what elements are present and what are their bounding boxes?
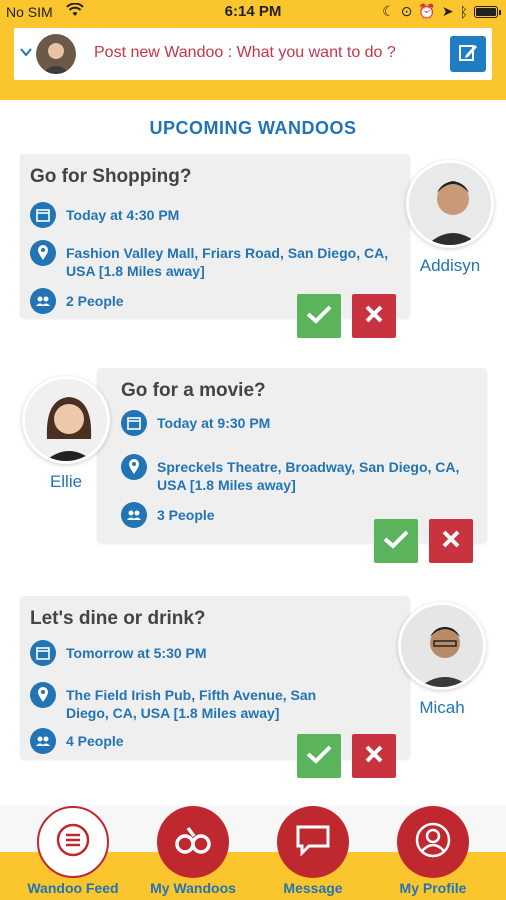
alarm-icon: ⏰: [418, 3, 436, 19]
participant-name: Micah: [419, 698, 465, 717]
wandoo-time: Today at 4:30 PM: [66, 207, 180, 223]
status-bar: No SIM 6:14 PM ☾ ⊙ ⏰ ➤ ᛒ: [0, 0, 506, 24]
pencil-icon: [457, 41, 479, 68]
nav-message[interactable]: Message: [253, 806, 373, 896]
participant-profile[interactable]: Ellie: [12, 376, 120, 492]
wandoo-location: Spreckels Theatre, Broadway, San Diego, …: [157, 459, 460, 493]
location-pin-icon: [30, 240, 56, 266]
wandoo-title: Let's dine or drink?: [30, 608, 206, 629]
participant-profile[interactable]: Micah: [388, 602, 496, 718]
nav-my-profile-circle[interactable]: [397, 806, 469, 878]
nav-wandoo-feed-circle[interactable]: [37, 806, 109, 878]
accept-button[interactable]: [374, 519, 418, 563]
calendar-icon: [30, 202, 56, 228]
close-icon: [364, 304, 384, 329]
participant-photo[interactable]: [398, 602, 486, 690]
close-icon: [441, 529, 461, 554]
wandoo-location: The Field Irish Pub, Fifth Avenue, San D…: [66, 687, 317, 721]
profile-icon: [414, 821, 452, 864]
wandoo-title: Go for a movie?: [121, 380, 266, 401]
reject-button[interactable]: [352, 734, 396, 778]
wandoo-location: Fashion Valley Mall, Friars Road, San Di…: [66, 245, 389, 279]
wandoo-card[interactable]: Go for a movie? Today at 9:30 PM Sprecke…: [97, 368, 487, 543]
wandoo-people-count: 4 People: [66, 733, 124, 749]
accept-button[interactable]: [297, 294, 341, 338]
participant-photo[interactable]: [406, 160, 494, 248]
people-icon: [121, 502, 147, 528]
nav-my-wandoos-circle[interactable]: [157, 806, 229, 878]
moon-icon: ☾: [382, 3, 395, 19]
checkmark-icon: [306, 744, 332, 769]
participant-photo[interactable]: [22, 376, 110, 464]
header: Post new Wandoo : What you want to do ?: [0, 24, 506, 100]
checkmark-icon: [306, 304, 332, 329]
user-avatar: [36, 34, 76, 74]
nav-label: My Wandoos: [150, 880, 236, 896]
nav-my-wandoos[interactable]: My Wandoos: [133, 806, 253, 896]
close-icon: [364, 744, 384, 769]
wandoo-time: Today at 9:30 PM: [157, 415, 271, 431]
location-pin-icon: [30, 682, 56, 708]
section-title: UPCOMING WANDOOS: [149, 118, 357, 138]
accept-button[interactable]: [297, 734, 341, 778]
nav-message-circle[interactable]: [277, 806, 349, 878]
chat-bubble-icon: [295, 824, 331, 861]
participant-profile[interactable]: Addisyn: [396, 160, 504, 276]
calendar-icon: [121, 410, 147, 436]
wandoo-card[interactable]: Go for Shopping? Today at 4:30 PM Fashio…: [20, 154, 410, 318]
list-icon: [56, 823, 90, 862]
chevron-down-icon[interactable]: [20, 44, 32, 62]
checkmark-icon: [383, 529, 409, 554]
reject-button[interactable]: [352, 294, 396, 338]
wandoo-logo-icon: [174, 825, 212, 860]
participant-name: Ellie: [49, 472, 83, 491]
nav-label: Wandoo Feed: [27, 880, 119, 896]
calendar-icon: [30, 640, 56, 666]
people-icon: [30, 728, 56, 754]
nav-label: Message: [283, 880, 343, 896]
location-pin-icon: [121, 454, 147, 480]
bluetooth-icon: ᛒ: [459, 3, 468, 20]
people-icon: [30, 288, 56, 314]
lock-rotation-icon: ⊙: [400, 3, 413, 19]
wandoo-time: Tomorrow at 5:30 PM: [66, 645, 207, 661]
nav-label: My Profile: [399, 880, 467, 896]
nav-my-profile[interactable]: My Profile: [373, 806, 493, 896]
nav-wandoo-feed[interactable]: Wandoo Feed: [13, 806, 133, 896]
wandoo-people-count: 2 People: [66, 293, 124, 309]
post-new-wandoo-bar[interactable]: Post new Wandoo : What you want to do ?: [14, 28, 492, 80]
post-prompt-text[interactable]: Post new Wandoo : What you want to do ?: [94, 44, 396, 62]
reject-button[interactable]: [429, 519, 473, 563]
battery-icon: [474, 5, 501, 18]
wandoo-people-count: 3 People: [157, 507, 215, 523]
edit-post-button[interactable]: [450, 36, 486, 72]
participant-name: Addisyn: [419, 256, 481, 275]
location-arrow-icon: ➤: [441, 3, 454, 19]
wandoo-title: Go for Shopping?: [30, 166, 192, 187]
